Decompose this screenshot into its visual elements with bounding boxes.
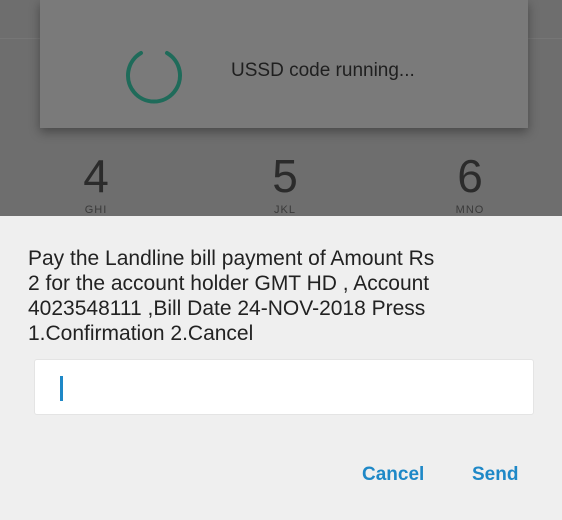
text-cursor	[60, 376, 63, 401]
send-button[interactable]: Send	[472, 464, 518, 486]
dialpad-letters: JKL	[274, 204, 296, 216]
ussd-running-text: USSD code running...	[231, 60, 415, 81]
dialpad-digit: 6	[457, 150, 483, 202]
dialpad-letters: GHI	[84, 204, 108, 216]
dialpad-digit: 5	[272, 150, 298, 202]
ussd-progress-dialog: USSD code running...	[40, 0, 528, 128]
loading-spinner-icon	[126, 51, 182, 104]
ussd-response-dialog: Pay the Landline bill payment of Amount …	[0, 216, 562, 520]
ussd-message-text: Pay the Landline bill payment of Amount …	[28, 247, 435, 345]
dialpad-key-5[interactable]: 5 JKL	[245, 152, 325, 216]
dialpad-letters: MNO	[455, 204, 485, 216]
dimmed-dialer-background: USSD code running... 4 GHI 5 JKL 6 MNO	[0, 0, 562, 216]
dialpad-key-4[interactable]: 4 GHI	[56, 152, 136, 216]
dialpad-key-6[interactable]: 6 MNO	[430, 152, 510, 216]
ussd-reply-input[interactable]	[34, 359, 534, 415]
cancel-button[interactable]: Cancel	[362, 464, 424, 486]
dialpad-digit: 4	[83, 150, 109, 202]
